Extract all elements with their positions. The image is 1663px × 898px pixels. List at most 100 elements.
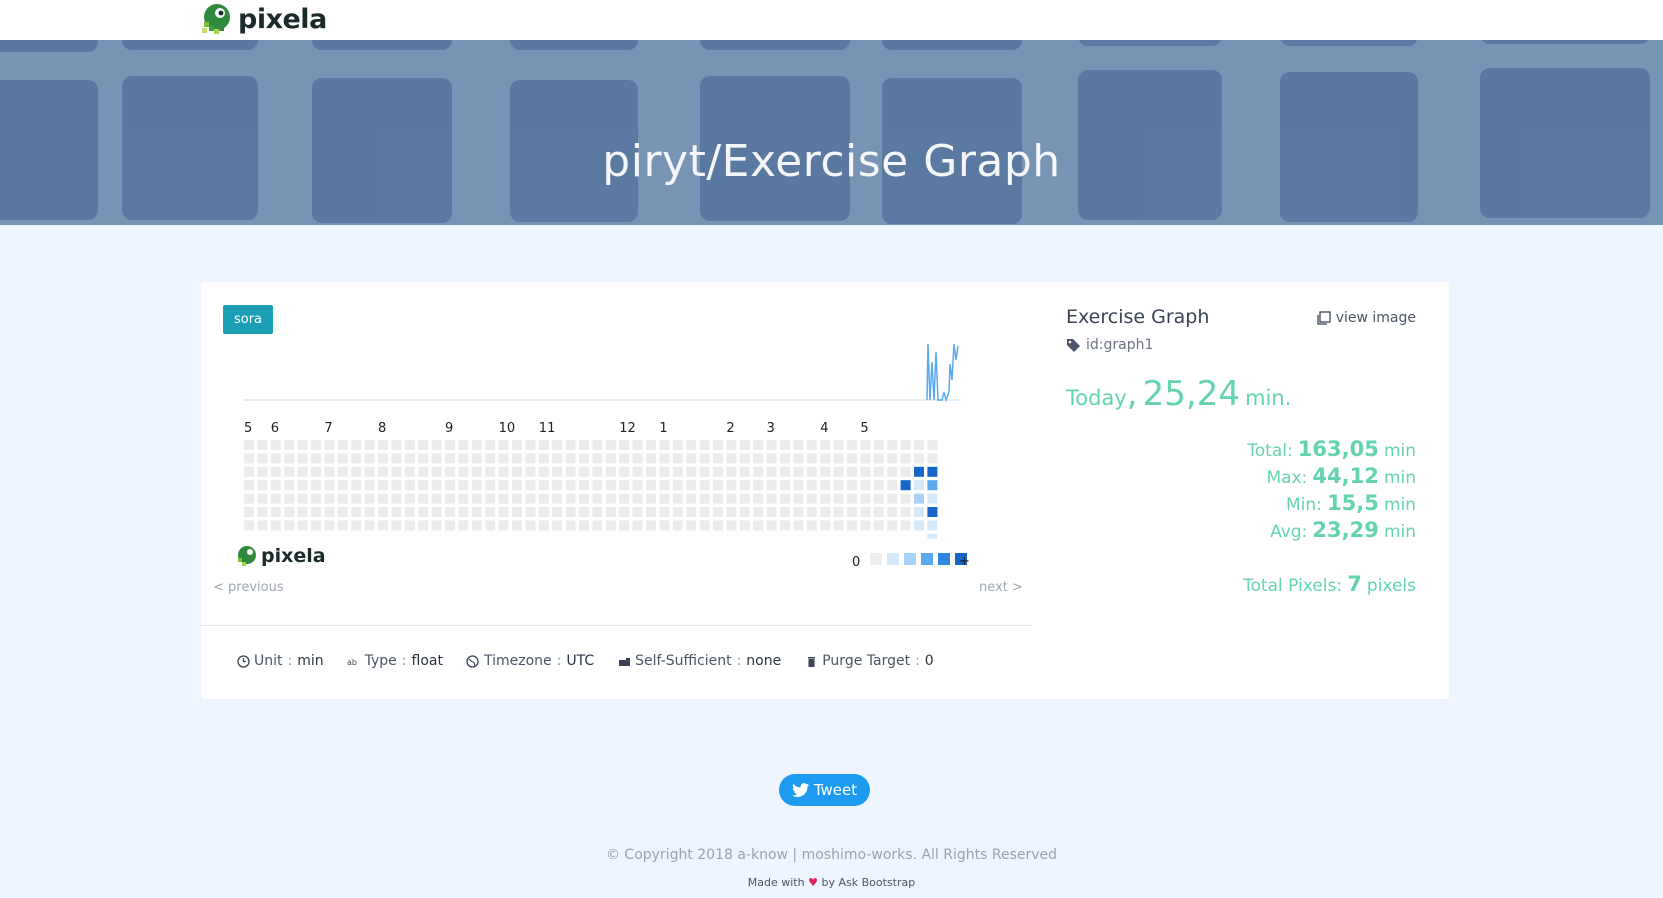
pixel-cell[interactable]	[311, 493, 321, 504]
pixel-cell[interactable]	[605, 507, 616, 517]
pixel-cell[interactable]	[351, 493, 362, 504]
pixel-cell[interactable]	[404, 520, 415, 531]
pixel-cell[interactable]	[284, 440, 295, 450]
pixel-cell[interactable]	[780, 466, 790, 477]
pixel-cell[interactable]	[646, 493, 656, 504]
pixel-cell[interactable]	[726, 493, 737, 504]
pixel-cell[interactable]	[257, 466, 268, 477]
pixel-cell[interactable]	[404, 440, 415, 450]
pixel-cell[interactable]	[297, 493, 308, 504]
pixel-cell[interactable]	[592, 520, 603, 531]
pixel-cell[interactable]	[284, 507, 295, 517]
pixel-cell[interactable]	[739, 507, 750, 517]
pixel-cell[interactable]	[378, 507, 388, 517]
pixel-cell[interactable]	[780, 453, 790, 464]
pixel-cell[interactable]	[324, 480, 335, 491]
pixel-cell[interactable]	[445, 480, 455, 491]
pixel-cell[interactable]	[364, 520, 375, 531]
pixel-cell[interactable]	[927, 520, 938, 531]
pixel-cell[interactable]	[900, 453, 911, 464]
pixel-cell[interactable]	[686, 520, 697, 531]
pixel-cell[interactable]	[646, 507, 656, 517]
pixel-cell[interactable]	[498, 507, 509, 517]
pixel-cell[interactable]	[726, 453, 737, 464]
pixel-cell[interactable]	[739, 453, 750, 464]
pixel-cell[interactable]	[351, 520, 362, 531]
pixel-cell[interactable]	[431, 493, 442, 504]
pixel-cell[interactable]	[659, 480, 670, 491]
pixel-cell[interactable]	[418, 480, 429, 491]
pixel-cell[interactable]	[887, 493, 898, 504]
pixel-cell[interactable]	[887, 453, 898, 464]
pixel-cell[interactable]	[659, 507, 670, 517]
pixel-cell[interactable]	[311, 507, 321, 517]
pixel-cell[interactable]	[753, 493, 764, 504]
pixel-cell[interactable]	[914, 480, 924, 491]
pixel-cell[interactable]	[699, 493, 710, 504]
pixel-cell[interactable]	[458, 480, 469, 491]
pixel-cell[interactable]	[672, 466, 683, 477]
pixel-cell[interactable]	[512, 520, 522, 531]
pixel-cell[interactable]	[632, 453, 643, 464]
pixel-cell[interactable]	[364, 493, 375, 504]
pixel-cell[interactable]	[378, 493, 388, 504]
pixel-cell[interactable]	[525, 507, 536, 517]
pixel-cell[interactable]	[512, 440, 522, 450]
pixel-cell[interactable]	[592, 453, 603, 464]
pixel-cell[interactable]	[297, 466, 308, 477]
pixel-cell[interactable]	[820, 507, 831, 517]
pixel-cell[interactable]	[538, 466, 549, 477]
pixel-cell[interactable]	[820, 466, 831, 477]
pixel-cell[interactable]	[431, 440, 442, 450]
pixel-cell[interactable]	[726, 507, 737, 517]
pixel-cell[interactable]	[659, 493, 670, 504]
pixel-cell[interactable]	[860, 466, 871, 477]
pixel-cell[interactable]	[619, 507, 630, 517]
pixel-cell[interactable]	[445, 466, 455, 477]
pixel-cell[interactable]	[351, 507, 362, 517]
pixel-cell[interactable]	[793, 493, 804, 504]
pixel-cell[interactable]	[297, 520, 308, 531]
pixel-cell[interactable]	[793, 507, 804, 517]
pixel-cell[interactable]	[833, 507, 844, 517]
pixel-cell[interactable]	[713, 520, 723, 531]
pixel-cell[interactable]	[337, 520, 348, 531]
pixel-cell[interactable]	[753, 440, 764, 450]
pixel-cell[interactable]	[900, 507, 911, 517]
pixel-cell[interactable]	[525, 480, 536, 491]
pixel-cell[interactable]	[605, 453, 616, 464]
pixel-cell[interactable]	[833, 440, 844, 450]
pixel-cell[interactable]	[646, 480, 656, 491]
pixel-cell[interactable]	[713, 507, 723, 517]
pixel-cell[interactable]	[793, 520, 804, 531]
pixel-cell[interactable]	[672, 507, 683, 517]
pixel-cell[interactable]	[284, 466, 295, 477]
pixel-cell[interactable]	[592, 480, 603, 491]
pixel-cell[interactable]	[512, 480, 522, 491]
pixel-cell[interactable]	[753, 520, 764, 531]
pixel-cell[interactable]	[672, 440, 683, 450]
pixel-cell[interactable]	[257, 440, 268, 450]
pixel-cell[interactable]	[498, 480, 509, 491]
pixel-cell[interactable]	[538, 493, 549, 504]
pixel-cell[interactable]	[552, 520, 563, 531]
pixel-cell[interactable]	[672, 520, 683, 531]
pixel-cell[interactable]	[887, 440, 898, 450]
pixel-cell[interactable]	[458, 507, 469, 517]
pixel-cell[interactable]	[512, 453, 522, 464]
pixel-cell[interactable]	[766, 440, 777, 450]
pixel-cell[interactable]	[418, 493, 429, 504]
pixel-cell[interactable]	[485, 480, 496, 491]
pixel-cell[interactable]	[632, 466, 643, 477]
next-link[interactable]: next >	[979, 580, 1023, 595]
pixel-cell[interactable]	[766, 520, 777, 531]
pixel-cell[interactable]	[311, 480, 321, 491]
pixel-cell[interactable]	[244, 440, 254, 450]
pixel-cell[interactable]	[391, 493, 402, 504]
pixel-cell[interactable]	[713, 480, 723, 491]
pixel-cell[interactable]	[364, 507, 375, 517]
pixel-cell[interactable]	[284, 520, 295, 531]
pixel-cell[interactable]	[686, 453, 697, 464]
pixel-cell[interactable]	[485, 453, 496, 464]
pixel-cell[interactable]	[445, 520, 455, 531]
